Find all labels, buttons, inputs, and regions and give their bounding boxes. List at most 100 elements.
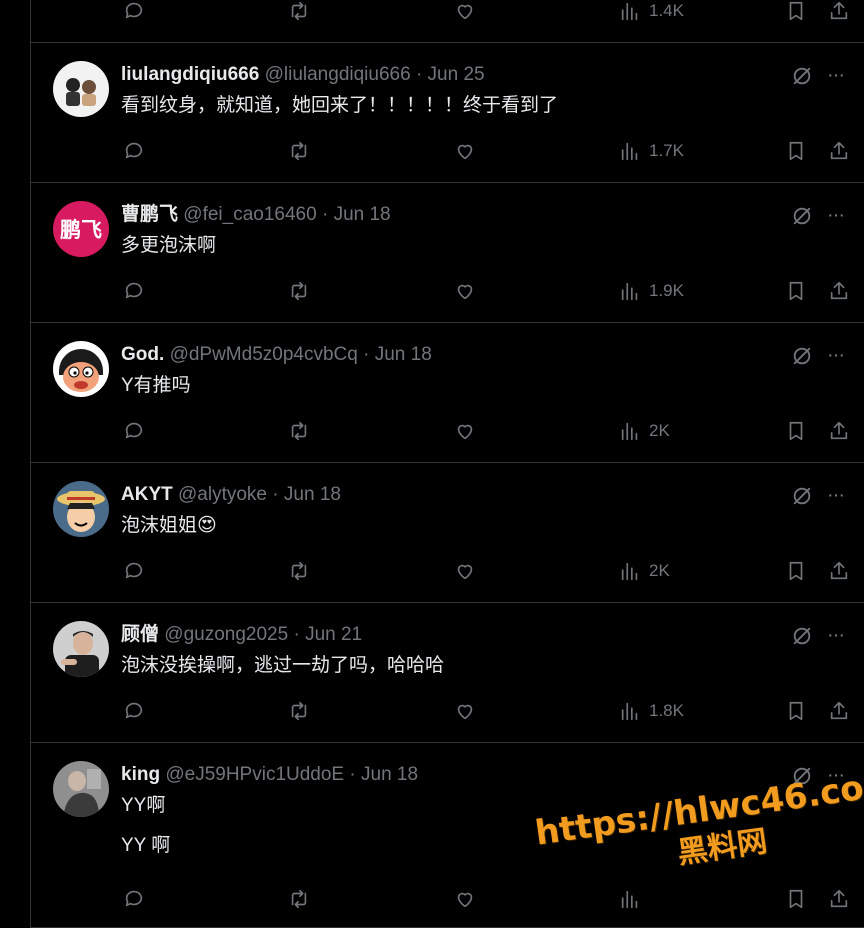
display-name[interactable]: AKYT xyxy=(121,484,173,505)
more-options-icon[interactable]: ··· xyxy=(827,205,845,225)
share-button[interactable] xyxy=(828,560,850,582)
views-button[interactable]: 2K xyxy=(619,420,670,442)
tweet-action-bar: 2K xyxy=(31,420,864,446)
reply-tweet[interactable]: 鹏飞 曹鹏飞 @fei_cao16460 · Jun 18 ··· 多更泡沫啊 1.9K xyxy=(31,183,864,323)
reply-button[interactable] xyxy=(123,888,145,910)
repost-button[interactable] xyxy=(288,560,310,582)
more-options-icon[interactable]: ··· xyxy=(827,65,845,85)
share-icon xyxy=(830,141,848,160)
reply-tweet[interactable]: 顾僧 @guzong2025 · Jun 21 ··· 泡沫没挨操啊，逃过一劫了吗，… xyxy=(31,603,864,743)
separator-dot: · xyxy=(415,64,423,85)
share-button[interactable] xyxy=(828,888,850,910)
bookmark-button[interactable] xyxy=(785,420,807,442)
grok-icon[interactable] xyxy=(791,205,813,227)
bookmark-icon xyxy=(789,701,803,721)
user-handle[interactable]: @eJ59HPvic1UddoE xyxy=(165,764,344,785)
cartoon-face-avatar[interactable] xyxy=(53,341,109,397)
reply-tweet[interactable]: liulangdiqiu666 @liulangdiqiu666 · Jun 2… xyxy=(31,43,864,183)
tweet-date[interactable]: Jun 18 xyxy=(361,764,418,785)
repost-icon xyxy=(291,701,307,721)
grok-icon[interactable] xyxy=(791,345,813,367)
tweet-date[interactable]: Jun 25 xyxy=(428,64,485,85)
avatar-text: 鹏飞 xyxy=(60,219,102,242)
like-button[interactable] xyxy=(454,560,476,582)
display-name[interactable]: God. xyxy=(121,344,164,365)
tweet-header: 曹鹏飞 @fei_cao16460 · Jun 18 xyxy=(121,203,391,227)
views-button[interactable]: 1.7K xyxy=(619,140,684,162)
repost-button[interactable] xyxy=(288,888,310,910)
bookmark-button[interactable] xyxy=(785,560,807,582)
share-button[interactable] xyxy=(828,280,850,302)
bookmark-icon xyxy=(789,889,803,909)
reply-button[interactable] xyxy=(123,560,145,582)
display-name[interactable]: 顾僧 xyxy=(121,624,159,645)
more-options-icon[interactable]: ··· xyxy=(827,485,845,505)
bookmark-button[interactable] xyxy=(785,140,807,162)
more-options-icon[interactable]: ··· xyxy=(827,345,845,365)
bookmark-icon xyxy=(789,561,803,581)
tweet-text: Y有推吗 xyxy=(121,375,191,396)
user-handle[interactable]: @guzong2025 xyxy=(164,624,288,645)
tweet-text: 泡沫姐姐😍 xyxy=(121,515,217,536)
tweet-date[interactable]: Jun 18 xyxy=(375,344,432,365)
like-button[interactable] xyxy=(454,280,476,302)
reply-button[interactable] xyxy=(123,420,145,442)
user-handle[interactable]: @liulangdiqiu666 xyxy=(265,64,411,85)
reply-button[interactable] xyxy=(123,140,145,162)
grey-photo-avatar[interactable] xyxy=(53,761,109,817)
grok-icon[interactable] xyxy=(791,65,813,87)
reply-tweet[interactable]: God. @dPwMd5z0p4cvbCq · Jun 18 ··· Y有推吗 2K xyxy=(31,323,864,463)
bookmark-button[interactable] xyxy=(785,888,807,910)
repost-icon xyxy=(291,281,307,301)
cartoon-couple-avatar[interactable] xyxy=(53,61,109,117)
bookmark-button[interactable] xyxy=(785,280,807,302)
views-count: 1.9K xyxy=(649,281,684,300)
reply-button[interactable] xyxy=(123,280,145,302)
views-button[interactable]: 2K xyxy=(619,560,670,582)
tweet-action-bar: 1.7K xyxy=(31,140,864,166)
share-icon xyxy=(830,421,848,440)
views-button[interactable]: 1.9K xyxy=(619,280,684,302)
repost-button[interactable] xyxy=(288,140,310,162)
share-button[interactable] xyxy=(828,420,850,442)
tweet-date[interactable]: Jun 21 xyxy=(305,624,362,645)
grok-icon[interactable] xyxy=(791,485,813,507)
display-name[interactable]: 曹鹏飞 xyxy=(121,204,178,225)
tweet-date[interactable]: Jun 18 xyxy=(334,204,391,225)
reply-tweet[interactable]: AKYT @alytyoke · Jun 18 ··· 泡沫姐姐😍 2K xyxy=(31,463,864,603)
user-handle[interactable]: @fei_cao16460 xyxy=(183,204,316,225)
user-handle[interactable]: @dPwMd5z0p4cvbCq xyxy=(170,344,358,365)
like-button[interactable] xyxy=(454,420,476,442)
share-button[interactable] xyxy=(828,140,850,162)
display-name[interactable]: king xyxy=(121,764,160,785)
more-options-icon[interactable]: ··· xyxy=(827,625,845,645)
heart-icon xyxy=(457,564,473,580)
display-name[interactable]: liulangdiqiu666 xyxy=(121,64,259,85)
views-count: 1.8K xyxy=(649,701,684,720)
separator-dot: · xyxy=(363,344,370,365)
bookmark-button[interactable] xyxy=(785,700,807,722)
like-button[interactable] xyxy=(454,140,476,162)
repost-icon xyxy=(291,889,307,909)
share-button[interactable] xyxy=(828,700,850,722)
share-icon xyxy=(830,889,848,908)
repost-button[interactable] xyxy=(288,280,310,302)
like-button[interactable] xyxy=(454,700,476,722)
user-handle[interactable]: @alytyoke xyxy=(178,484,267,505)
repost-button[interactable] xyxy=(288,420,310,442)
views-button[interactable]: 1.8K xyxy=(619,700,684,722)
anime-straw-hat-avatar[interactable] xyxy=(53,481,109,537)
reply-icon xyxy=(125,702,143,719)
text-avatar[interactable]: 鹏飞 xyxy=(53,201,109,257)
man-photo-avatar[interactable] xyxy=(53,621,109,677)
tweet-action-bar: 1.9K xyxy=(31,280,864,306)
heart-icon xyxy=(457,144,473,160)
views-button[interactable] xyxy=(619,888,649,910)
like-button[interactable] xyxy=(454,888,476,910)
grok-icon[interactable] xyxy=(791,625,813,647)
repost-button[interactable] xyxy=(288,700,310,722)
tweet-date[interactable]: Jun 18 xyxy=(284,484,341,505)
repost-icon xyxy=(291,561,307,581)
views-count: 2K xyxy=(649,561,670,580)
reply-button[interactable] xyxy=(123,700,145,722)
